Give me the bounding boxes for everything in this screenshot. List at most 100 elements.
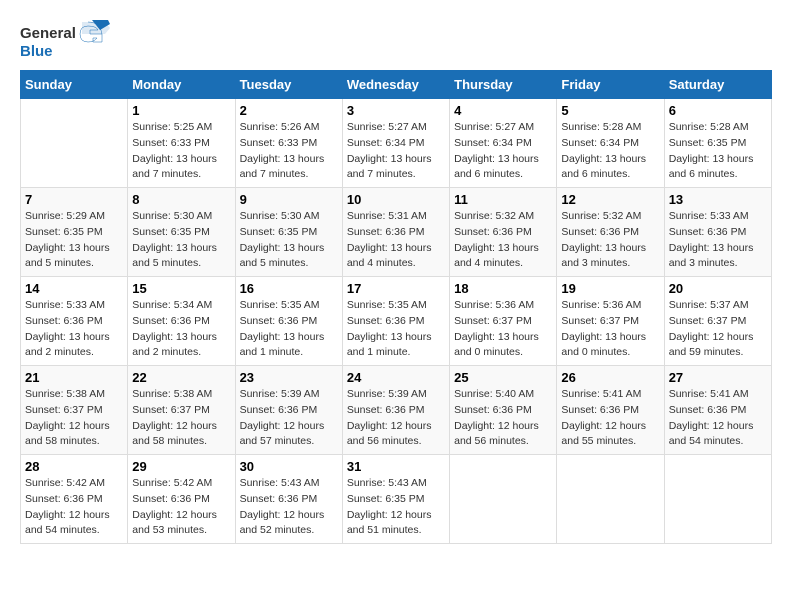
day-info: Sunrise: 5:27 AMSunset: 6:34 PMDaylight:… <box>454 120 552 183</box>
day-number: 27 <box>669 370 767 385</box>
day-number: 4 <box>454 103 552 118</box>
day-number: 3 <box>347 103 445 118</box>
day-cell: 16 Sunrise: 5:35 AMSunset: 6:36 PMDayligh… <box>235 277 342 366</box>
day-number: 8 <box>132 192 230 207</box>
week-row-4: 21 Sunrise: 5:38 AMSunset: 6:37 PMDayligh… <box>21 366 772 455</box>
week-row-2: 7 Sunrise: 5:29 AMSunset: 6:35 PMDaylight… <box>21 188 772 277</box>
day-info: Sunrise: 5:28 AMSunset: 6:34 PMDaylight:… <box>561 120 659 183</box>
day-number: 25 <box>454 370 552 385</box>
day-number: 23 <box>240 370 338 385</box>
day-cell <box>21 99 128 188</box>
day-cell: 9 Sunrise: 5:30 AMSunset: 6:35 PMDaylight… <box>235 188 342 277</box>
day-number: 11 <box>454 192 552 207</box>
day-cell: 21 Sunrise: 5:38 AMSunset: 6:37 PMDayligh… <box>21 366 128 455</box>
day-cell <box>450 455 557 544</box>
day-cell: 20 Sunrise: 5:37 AMSunset: 6:37 PMDayligh… <box>664 277 771 366</box>
logo-svg: General Blue <box>20 20 110 60</box>
day-info: Sunrise: 5:36 AMSunset: 6:37 PMDaylight:… <box>454 298 552 361</box>
day-cell: 12 Sunrise: 5:32 AMSunset: 6:36 PMDayligh… <box>557 188 664 277</box>
day-number: 24 <box>347 370 445 385</box>
day-cell <box>557 455 664 544</box>
day-info: Sunrise: 5:27 AMSunset: 6:34 PMDaylight:… <box>347 120 445 183</box>
day-number: 28 <box>25 459 123 474</box>
day-cell: 1Sunrise: 5:25 AMSunset: 6:33 PMDaylight… <box>128 99 235 188</box>
day-info: Sunrise: 5:33 AMSunset: 6:36 PMDaylight:… <box>669 209 767 272</box>
day-cell: 30 Sunrise: 5:43 AMSunset: 6:36 PMDayligh… <box>235 455 342 544</box>
day-info: Sunrise: 5:32 AMSunset: 6:36 PMDaylight:… <box>561 209 659 272</box>
weekday-header-tuesday: Tuesday <box>235 71 342 99</box>
day-cell: 10 Sunrise: 5:31 AMSunset: 6:36 PMDayligh… <box>342 188 449 277</box>
week-row-5: 28 Sunrise: 5:42 AMSunset: 6:36 PMDayligh… <box>21 455 772 544</box>
day-cell: 23 Sunrise: 5:39 AMSunset: 6:36 PMDayligh… <box>235 366 342 455</box>
day-number: 10 <box>347 192 445 207</box>
day-info: Sunrise: 5:34 AMSunset: 6:36 PMDaylight:… <box>132 298 230 361</box>
day-cell: 29 Sunrise: 5:42 AMSunset: 6:36 PMDayligh… <box>128 455 235 544</box>
calendar-table: SundayMondayTuesdayWednesdayThursdayFrid… <box>20 70 772 544</box>
day-cell: 18 Sunrise: 5:36 AMSunset: 6:37 PMDayligh… <box>450 277 557 366</box>
day-number: 19 <box>561 281 659 296</box>
day-number: 18 <box>454 281 552 296</box>
day-info: Sunrise: 5:33 AMSunset: 6:36 PMDaylight:… <box>25 298 123 361</box>
day-info: Sunrise: 5:26 AMSunset: 6:33 PMDaylight:… <box>240 120 338 183</box>
day-info: Sunrise: 5:38 AMSunset: 6:37 PMDaylight:… <box>132 387 230 450</box>
day-number: 21 <box>25 370 123 385</box>
day-info: Sunrise: 5:36 AMSunset: 6:37 PMDaylight:… <box>561 298 659 361</box>
day-info: Sunrise: 5:30 AMSunset: 6:35 PMDaylight:… <box>240 209 338 272</box>
day-info: Sunrise: 5:37 AMSunset: 6:37 PMDaylight:… <box>669 298 767 361</box>
svg-text:Blue: Blue <box>20 43 53 60</box>
day-number: 17 <box>347 281 445 296</box>
day-info: Sunrise: 5:42 AMSunset: 6:36 PMDaylight:… <box>132 476 230 539</box>
day-cell: 8Sunrise: 5:30 AMSunset: 6:35 PMDaylight… <box>128 188 235 277</box>
day-cell: 11Sunrise: 5:32 AMSunset: 6:36 PMDayligh… <box>450 188 557 277</box>
weekday-header-wednesday: Wednesday <box>342 71 449 99</box>
day-info: Sunrise: 5:29 AMSunset: 6:35 PMDaylight:… <box>25 209 123 272</box>
day-info: Sunrise: 5:39 AMSunset: 6:36 PMDaylight:… <box>240 387 338 450</box>
day-cell: 25 Sunrise: 5:40 AMSunset: 6:36 PMDayligh… <box>450 366 557 455</box>
page-header: General Blue <box>20 20 772 60</box>
day-number: 12 <box>561 192 659 207</box>
day-info: Sunrise: 5:41 AMSunset: 6:36 PMDaylight:… <box>561 387 659 450</box>
day-number: 7 <box>25 192 123 207</box>
day-cell: 4 Sunrise: 5:27 AMSunset: 6:34 PMDaylight… <box>450 99 557 188</box>
day-cell: 22 Sunrise: 5:38 AMSunset: 6:37 PMDayligh… <box>128 366 235 455</box>
day-cell: 28 Sunrise: 5:42 AMSunset: 6:36 PMDayligh… <box>21 455 128 544</box>
day-cell: 26 Sunrise: 5:41 AMSunset: 6:36 PMDayligh… <box>557 366 664 455</box>
weekday-header-row: SundayMondayTuesdayWednesdayThursdayFrid… <box>21 71 772 99</box>
day-number: 16 <box>240 281 338 296</box>
day-info: Sunrise: 5:43 AMSunset: 6:36 PMDaylight:… <box>240 476 338 539</box>
day-number: 20 <box>669 281 767 296</box>
day-info: Sunrise: 5:31 AMSunset: 6:36 PMDaylight:… <box>347 209 445 272</box>
day-number: 9 <box>240 192 338 207</box>
day-cell: 15Sunrise: 5:34 AMSunset: 6:36 PMDayligh… <box>128 277 235 366</box>
day-cell <box>664 455 771 544</box>
day-info: Sunrise: 5:35 AMSunset: 6:36 PMDaylight:… <box>240 298 338 361</box>
day-cell: 3 Sunrise: 5:27 AMSunset: 6:34 PMDaylight… <box>342 99 449 188</box>
day-info: Sunrise: 5:40 AMSunset: 6:36 PMDaylight:… <box>454 387 552 450</box>
day-cell: 17 Sunrise: 5:35 AMSunset: 6:36 PMDayligh… <box>342 277 449 366</box>
weekday-header-thursday: Thursday <box>450 71 557 99</box>
day-info: Sunrise: 5:35 AMSunset: 6:36 PMDaylight:… <box>347 298 445 361</box>
day-info: Sunrise: 5:38 AMSunset: 6:37 PMDaylight:… <box>25 387 123 450</box>
day-info: Sunrise: 5:39 AMSunset: 6:36 PMDaylight:… <box>347 387 445 450</box>
day-cell: 13Sunrise: 5:33 AMSunset: 6:36 PMDayligh… <box>664 188 771 277</box>
day-cell: 24 Sunrise: 5:39 AMSunset: 6:36 PMDayligh… <box>342 366 449 455</box>
day-cell: 7 Sunrise: 5:29 AMSunset: 6:35 PMDaylight… <box>21 188 128 277</box>
day-number: 30 <box>240 459 338 474</box>
day-number: 14 <box>25 281 123 296</box>
day-number: 29 <box>132 459 230 474</box>
day-number: 1 <box>132 103 230 118</box>
svg-text:General: General <box>20 25 76 42</box>
logo: General Blue <box>20 20 110 60</box>
weekday-header-monday: Monday <box>128 71 235 99</box>
day-cell: 6Sunrise: 5:28 AMSunset: 6:35 PMDaylight… <box>664 99 771 188</box>
day-cell: 5 Sunrise: 5:28 AMSunset: 6:34 PMDaylight… <box>557 99 664 188</box>
day-number: 5 <box>561 103 659 118</box>
day-number: 26 <box>561 370 659 385</box>
day-number: 22 <box>132 370 230 385</box>
weekday-header-saturday: Saturday <box>664 71 771 99</box>
day-cell: 27Sunrise: 5:41 AMSunset: 6:36 PMDayligh… <box>664 366 771 455</box>
day-number: 6 <box>669 103 767 118</box>
day-info: Sunrise: 5:42 AMSunset: 6:36 PMDaylight:… <box>25 476 123 539</box>
day-cell: 19 Sunrise: 5:36 AMSunset: 6:37 PMDayligh… <box>557 277 664 366</box>
week-row-3: 14 Sunrise: 5:33 AMSunset: 6:36 PMDayligh… <box>21 277 772 366</box>
